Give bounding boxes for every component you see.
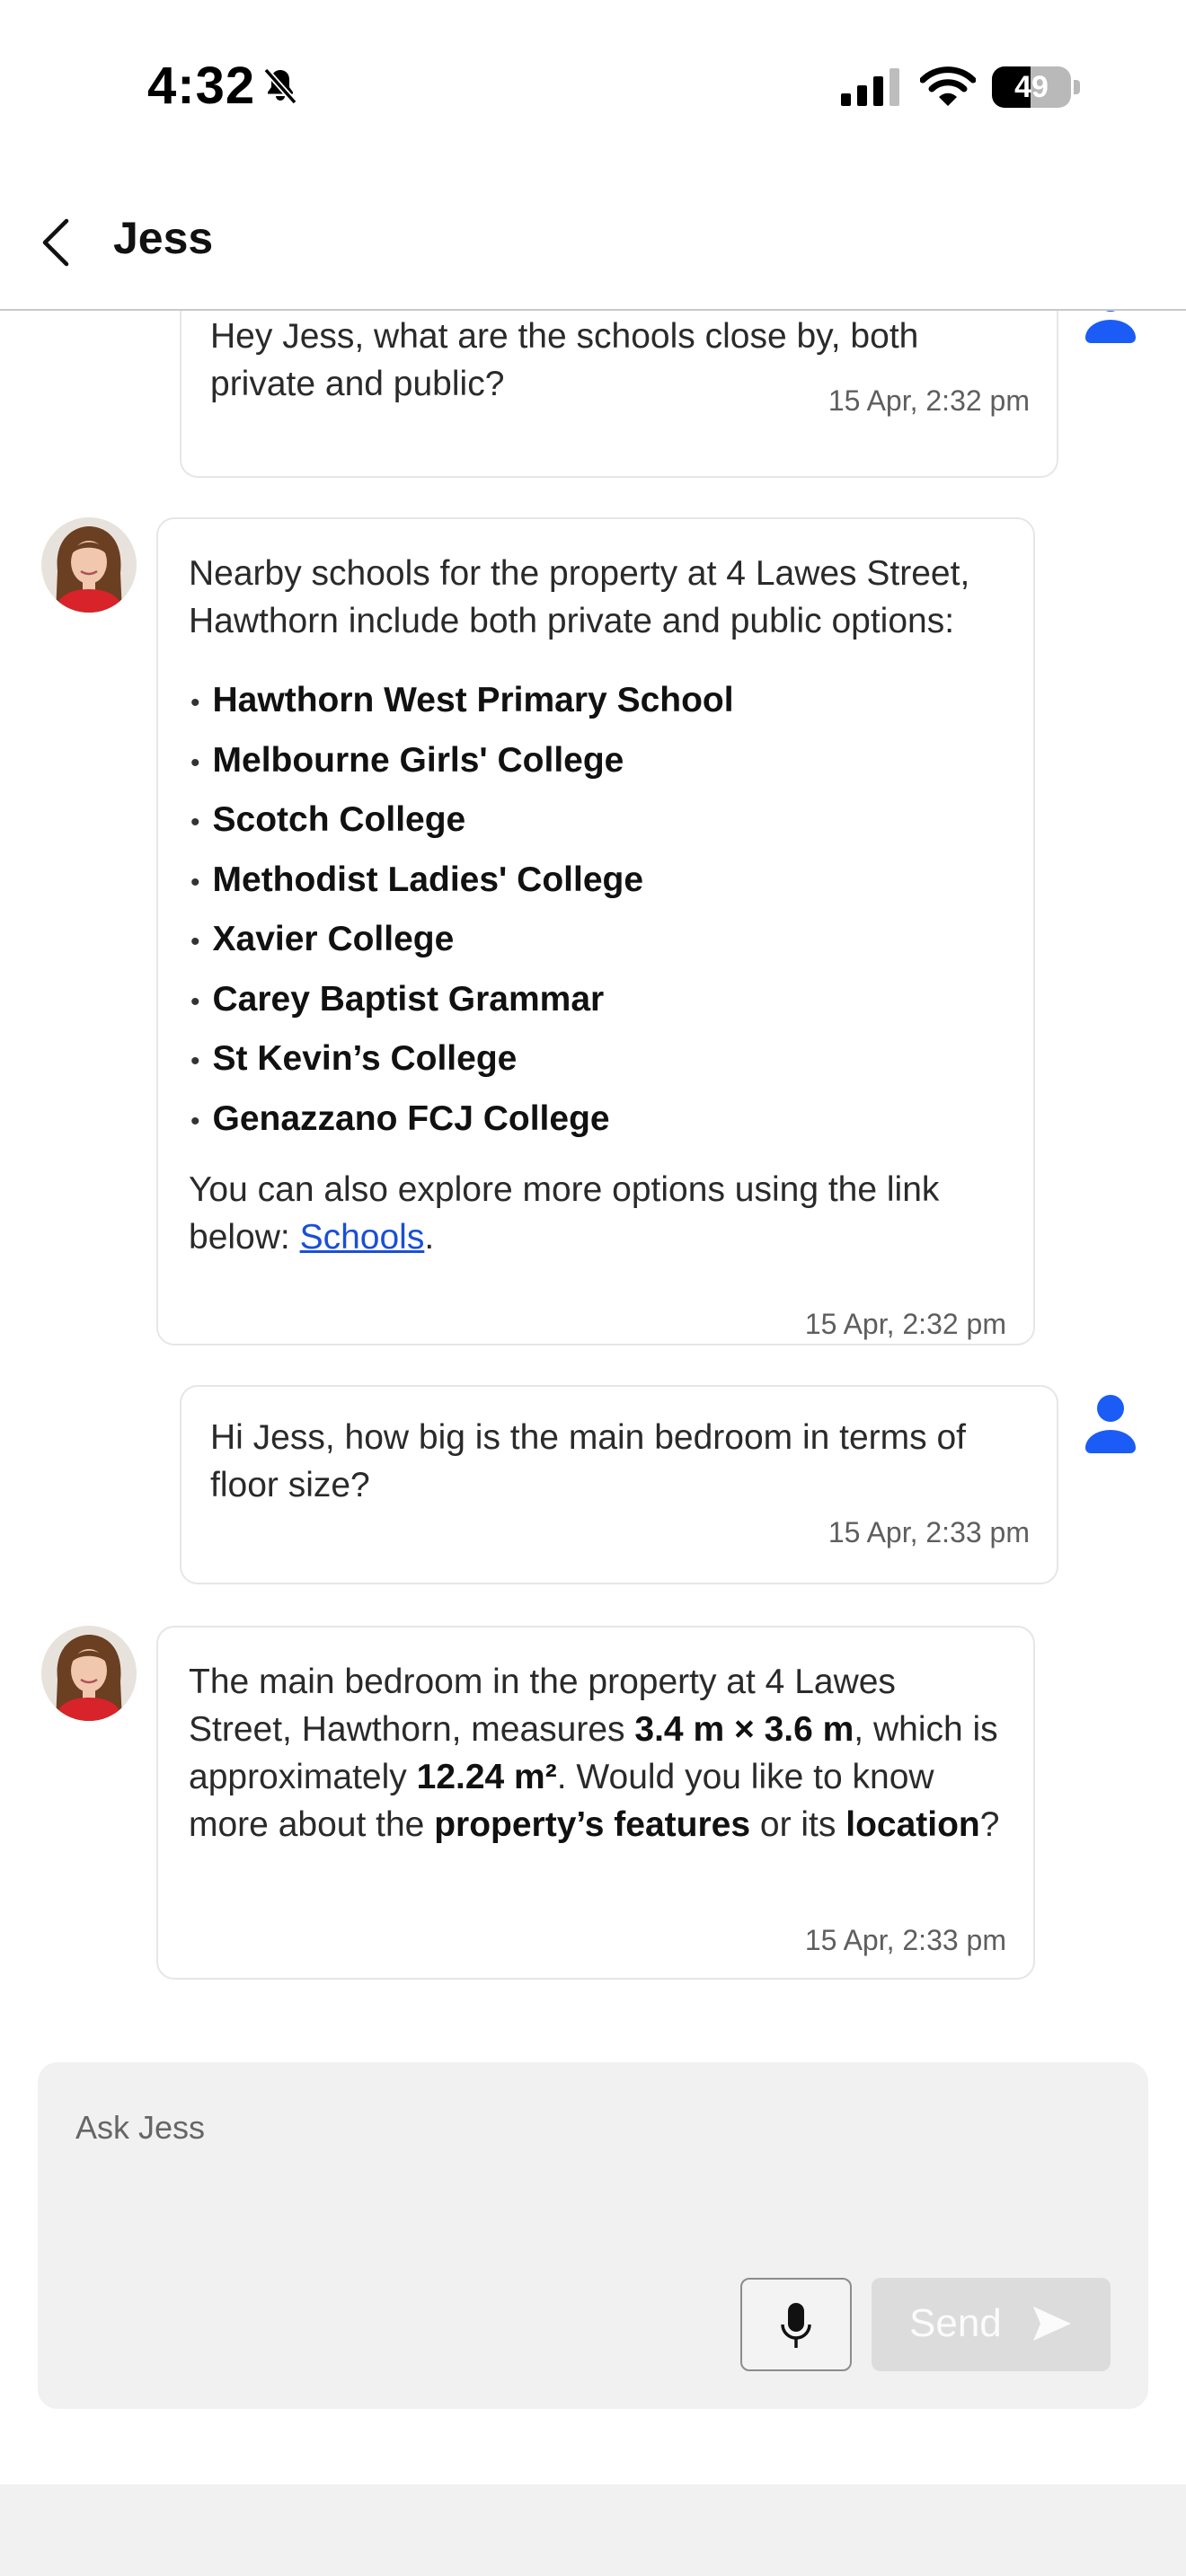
message-input[interactable]: Ask Jess	[75, 2109, 205, 2147]
list-item: Carey Baptist Grammar	[190, 971, 999, 1031]
list-item: Scotch College	[190, 791, 999, 851]
list-item: Hawthorn West Primary School	[190, 672, 999, 732]
text-part: ?	[979, 1805, 1000, 1844]
cellular-signal-icon	[841, 68, 899, 106]
message-timestamp: 15 Apr, 2:32 pm	[804, 1308, 1006, 1340]
bot-message: The main bedroom in the property at 4 La…	[156, 1626, 1035, 1980]
text-part: or its	[759, 1805, 836, 1844]
send-icon	[1033, 2307, 1071, 2341]
bot-avatar	[41, 517, 137, 613]
user-icon	[1085, 1395, 1136, 1453]
bedroom-area: 12.24 m²	[416, 1758, 557, 1796]
message-text: The main bedroom in the property at 4 La…	[189, 1658, 1006, 1848]
status-bar: 4:32 49	[0, 0, 1186, 171]
send-button[interactable]: Send	[872, 2278, 1111, 2371]
schools-list: Hawthorn West Primary School Melbourne G…	[190, 672, 999, 1150]
battery-icon: 49	[992, 66, 1082, 108]
user-message: Hey Jess, what are the schools close by,…	[180, 309, 1058, 478]
microphone-button[interactable]	[740, 2278, 852, 2371]
status-time: 4:32	[147, 57, 256, 115]
bedroom-dimensions: 3.4 m × 3.6 m	[634, 1710, 854, 1749]
list-item: Methodist Ladies' College	[190, 851, 999, 912]
location-text: location	[845, 1805, 980, 1844]
send-label: Send	[909, 2301, 1002, 2345]
page-title: Jess	[113, 213, 214, 263]
chevron-left-icon[interactable]	[36, 216, 79, 269]
wifi-icon	[920, 66, 976, 106]
user-icon	[1085, 309, 1136, 343]
property-features-text: property’s features	[434, 1805, 751, 1844]
message-timestamp: 15 Apr, 2:33 pm	[828, 1516, 1030, 1548]
message-outro: You can also explore more options using …	[189, 1166, 997, 1261]
bell-slash-icon	[263, 67, 297, 105]
user-message: Hi Jess, how big is the main bedroom in …	[180, 1385, 1058, 1584]
message-timestamp: 15 Apr, 2:32 pm	[828, 384, 1030, 417]
schools-link[interactable]: Schools	[300, 1218, 425, 1257]
bot-message: Nearby schools for the property at 4 Law…	[156, 517, 1035, 1345]
list-item: Xavier College	[190, 911, 999, 971]
battery-level: 49	[1014, 70, 1049, 104]
chat-header: Jess	[0, 171, 1186, 311]
chat-thread[interactable]: Hey Jess, what are the schools close by,…	[0, 309, 1186, 2026]
bot-avatar	[41, 1626, 137, 1721]
message-timestamp: 15 Apr, 2:33 pm	[804, 1924, 1006, 1956]
microphone-icon	[781, 2303, 811, 2348]
message-text: Hi Jess, how big is the main bedroom in …	[210, 1418, 967, 1504]
outro-period: .	[424, 1218, 435, 1257]
message-composer[interactable]: Ask Jess Send	[38, 2062, 1148, 2409]
message-intro: Nearby schools for the property at 4 Law…	[189, 554, 970, 640]
list-item: Genazzano FCJ College	[190, 1090, 999, 1151]
list-item: St Kevin’s College	[190, 1030, 999, 1090]
list-item: Melbourne Girls' College	[190, 732, 999, 792]
home-indicator-area	[0, 2484, 1186, 2576]
